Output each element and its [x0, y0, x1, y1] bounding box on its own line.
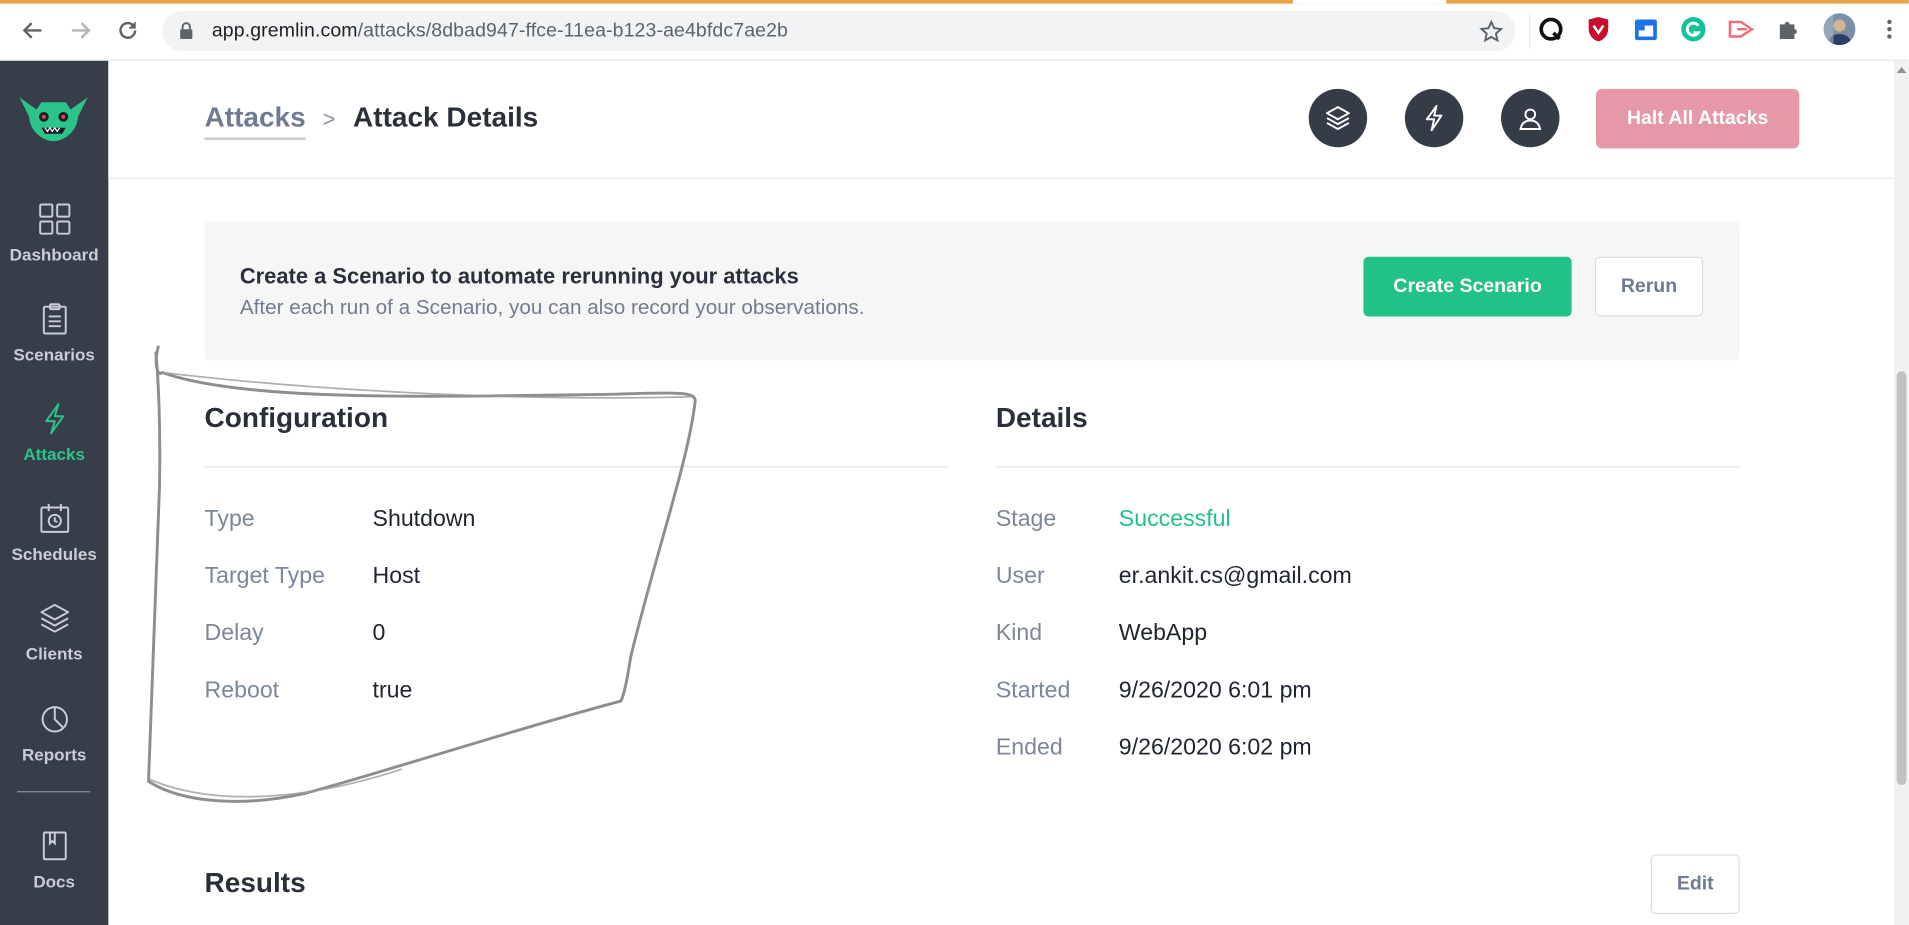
sidebar-item-label: Clients — [25, 643, 83, 664]
pie-chart-icon — [38, 702, 72, 736]
layers-icon — [1325, 106, 1350, 130]
config-key-target-type: Target Type — [204, 563, 325, 590]
config-value-delay: 0 — [372, 620, 386, 647]
active-tab-gap — [1292, 0, 1447, 4]
lightning-icon — [1425, 104, 1443, 132]
new-attack-button[interactable] — [1404, 88, 1464, 148]
reload-icon[interactable] — [112, 15, 144, 47]
details-divider — [995, 466, 1740, 468]
details-value-ended: 9/26/2020 6:02 pm — [1118, 735, 1312, 761]
details-key-started: Started — [995, 677, 1071, 704]
calendar-extension-icon[interactable] — [1633, 16, 1660, 43]
banner-subtitle: After each run of a Scenario, you can al… — [239, 295, 865, 319]
cast-extension-icon[interactable] — [1727, 16, 1755, 43]
sidebar-item-scenarios[interactable]: Scenarios — [0, 302, 108, 387]
details-key-user: User — [995, 563, 1045, 590]
sidebar-item-dashboard[interactable]: Dashboard — [0, 202, 108, 287]
configuration-heading: Configuration — [204, 401, 389, 434]
quora-extension-icon[interactable] — [1538, 16, 1565, 43]
page-scrollbar[interactable] — [1894, 60, 1909, 925]
browser-toolbar: app.gremlin.com/attacks/8dbad947-ffce-11… — [0, 0, 1909, 61]
config-key-delay: Delay — [204, 620, 264, 647]
layers-icon — [38, 601, 72, 635]
sidebar-item-label: Attacks — [23, 444, 85, 464]
sidebar: Dashboard Scenarios Attacks Schedules Cl — [0, 60, 109, 925]
lightning-icon — [38, 402, 72, 436]
results-heading: Results — [204, 866, 306, 899]
banner-title: Create a Scenario to automate rerunning … — [239, 264, 799, 289]
sidebar-divider — [17, 791, 91, 793]
page-header: Attacks > Attack Details Halt All Attack… — [108, 60, 1909, 179]
breadcrumb-separator: > — [322, 107, 336, 132]
sidebar-item-schedules[interactable]: Schedules — [0, 501, 108, 586]
sidebar-item-label: Schedules — [11, 544, 97, 564]
book-icon — [38, 829, 72, 863]
edit-results-button[interactable]: Edit — [1650, 854, 1740, 915]
details-value-started: 9/26/2020 6:01 pm — [1118, 677, 1312, 704]
config-value-type: Shutdown — [372, 506, 476, 532]
sidebar-item-attacks[interactable]: Attacks — [0, 402, 108, 487]
details-key-stage: Stage — [995, 506, 1057, 532]
sidebar-item-reports[interactable]: Reports — [0, 702, 108, 787]
url-host: app.gremlin.com — [211, 20, 358, 42]
back-arrow-icon[interactable] — [17, 15, 49, 47]
scenario-promo-banner: Create a Scenario to automate rerunning … — [204, 221, 1740, 361]
user-account-button[interactable] — [1501, 88, 1560, 148]
gremlin-logo[interactable] — [17, 90, 90, 144]
config-value-reboot: true — [372, 677, 413, 704]
clipboard-icon — [38, 302, 72, 336]
sidebar-item-label: Dashboard — [9, 244, 99, 265]
create-scenario-button[interactable]: Create Scenario — [1363, 256, 1572, 317]
user-icon — [1519, 108, 1542, 130]
lock-icon — [179, 22, 194, 46]
browser-menu-icon[interactable] — [1876, 16, 1903, 43]
configuration-divider — [204, 466, 949, 468]
dashboard-grid-icon — [38, 202, 72, 236]
forward-arrow-icon[interactable] — [65, 15, 97, 47]
config-value-target-type: Host — [372, 563, 421, 590]
profile-avatar[interactable] — [1823, 13, 1856, 46]
calendar-clock-icon — [38, 501, 72, 535]
sidebar-item-docs[interactable]: Docs — [0, 829, 108, 914]
scroll-up-arrow[interactable] — [1896, 66, 1907, 74]
shield-extension-icon[interactable] — [1585, 16, 1612, 43]
config-key-type: Type — [204, 506, 255, 532]
config-key-reboot: Reboot — [204, 677, 280, 704]
sidebar-item-label: Scenarios — [13, 344, 95, 364]
sidebar-item-label: Reports — [21, 744, 87, 765]
sidebar-item-label: Docs — [33, 871, 76, 891]
address-bar[interactable]: app.gremlin.com/attacks/8dbad947-ffce-11… — [161, 10, 1516, 52]
breadcrumb-attacks-link[interactable]: Attacks — [204, 101, 306, 140]
url-path: /attacks/8dbad947-ffce-11ea-b123-ae4bfdc… — [357, 20, 789, 42]
grammarly-extension-icon[interactable] — [1680, 16, 1707, 43]
details-value-user: er.ankit.cs@gmail.com — [1118, 563, 1352, 590]
sidebar-item-clients[interactable]: Clients — [0, 601, 108, 686]
toolbar-separator — [1529, 12, 1531, 49]
rerun-button[interactable]: Rerun — [1594, 256, 1704, 317]
page-title: Attack Details — [353, 101, 539, 133]
halt-all-attacks-button[interactable]: Halt All Attacks — [1596, 88, 1800, 149]
details-value-kind: WebApp — [1118, 620, 1208, 647]
bookmark-star-icon[interactable] — [1479, 19, 1504, 49]
details-key-kind: Kind — [995, 620, 1043, 647]
clients-layers-button[interactable] — [1308, 88, 1368, 148]
scrollbar-thumb[interactable] — [1896, 371, 1907, 786]
extensions-puzzle-icon[interactable] — [1775, 16, 1802, 43]
details-key-ended: Ended — [995, 735, 1063, 761]
details-heading: Details — [995, 401, 1088, 434]
url-text[interactable]: app.gremlin.com/attacks/8dbad947-ffce-11… — [212, 21, 788, 43]
details-value-stage-status: Successful — [1118, 506, 1231, 532]
tab-strip — [0, 0, 1909, 4]
